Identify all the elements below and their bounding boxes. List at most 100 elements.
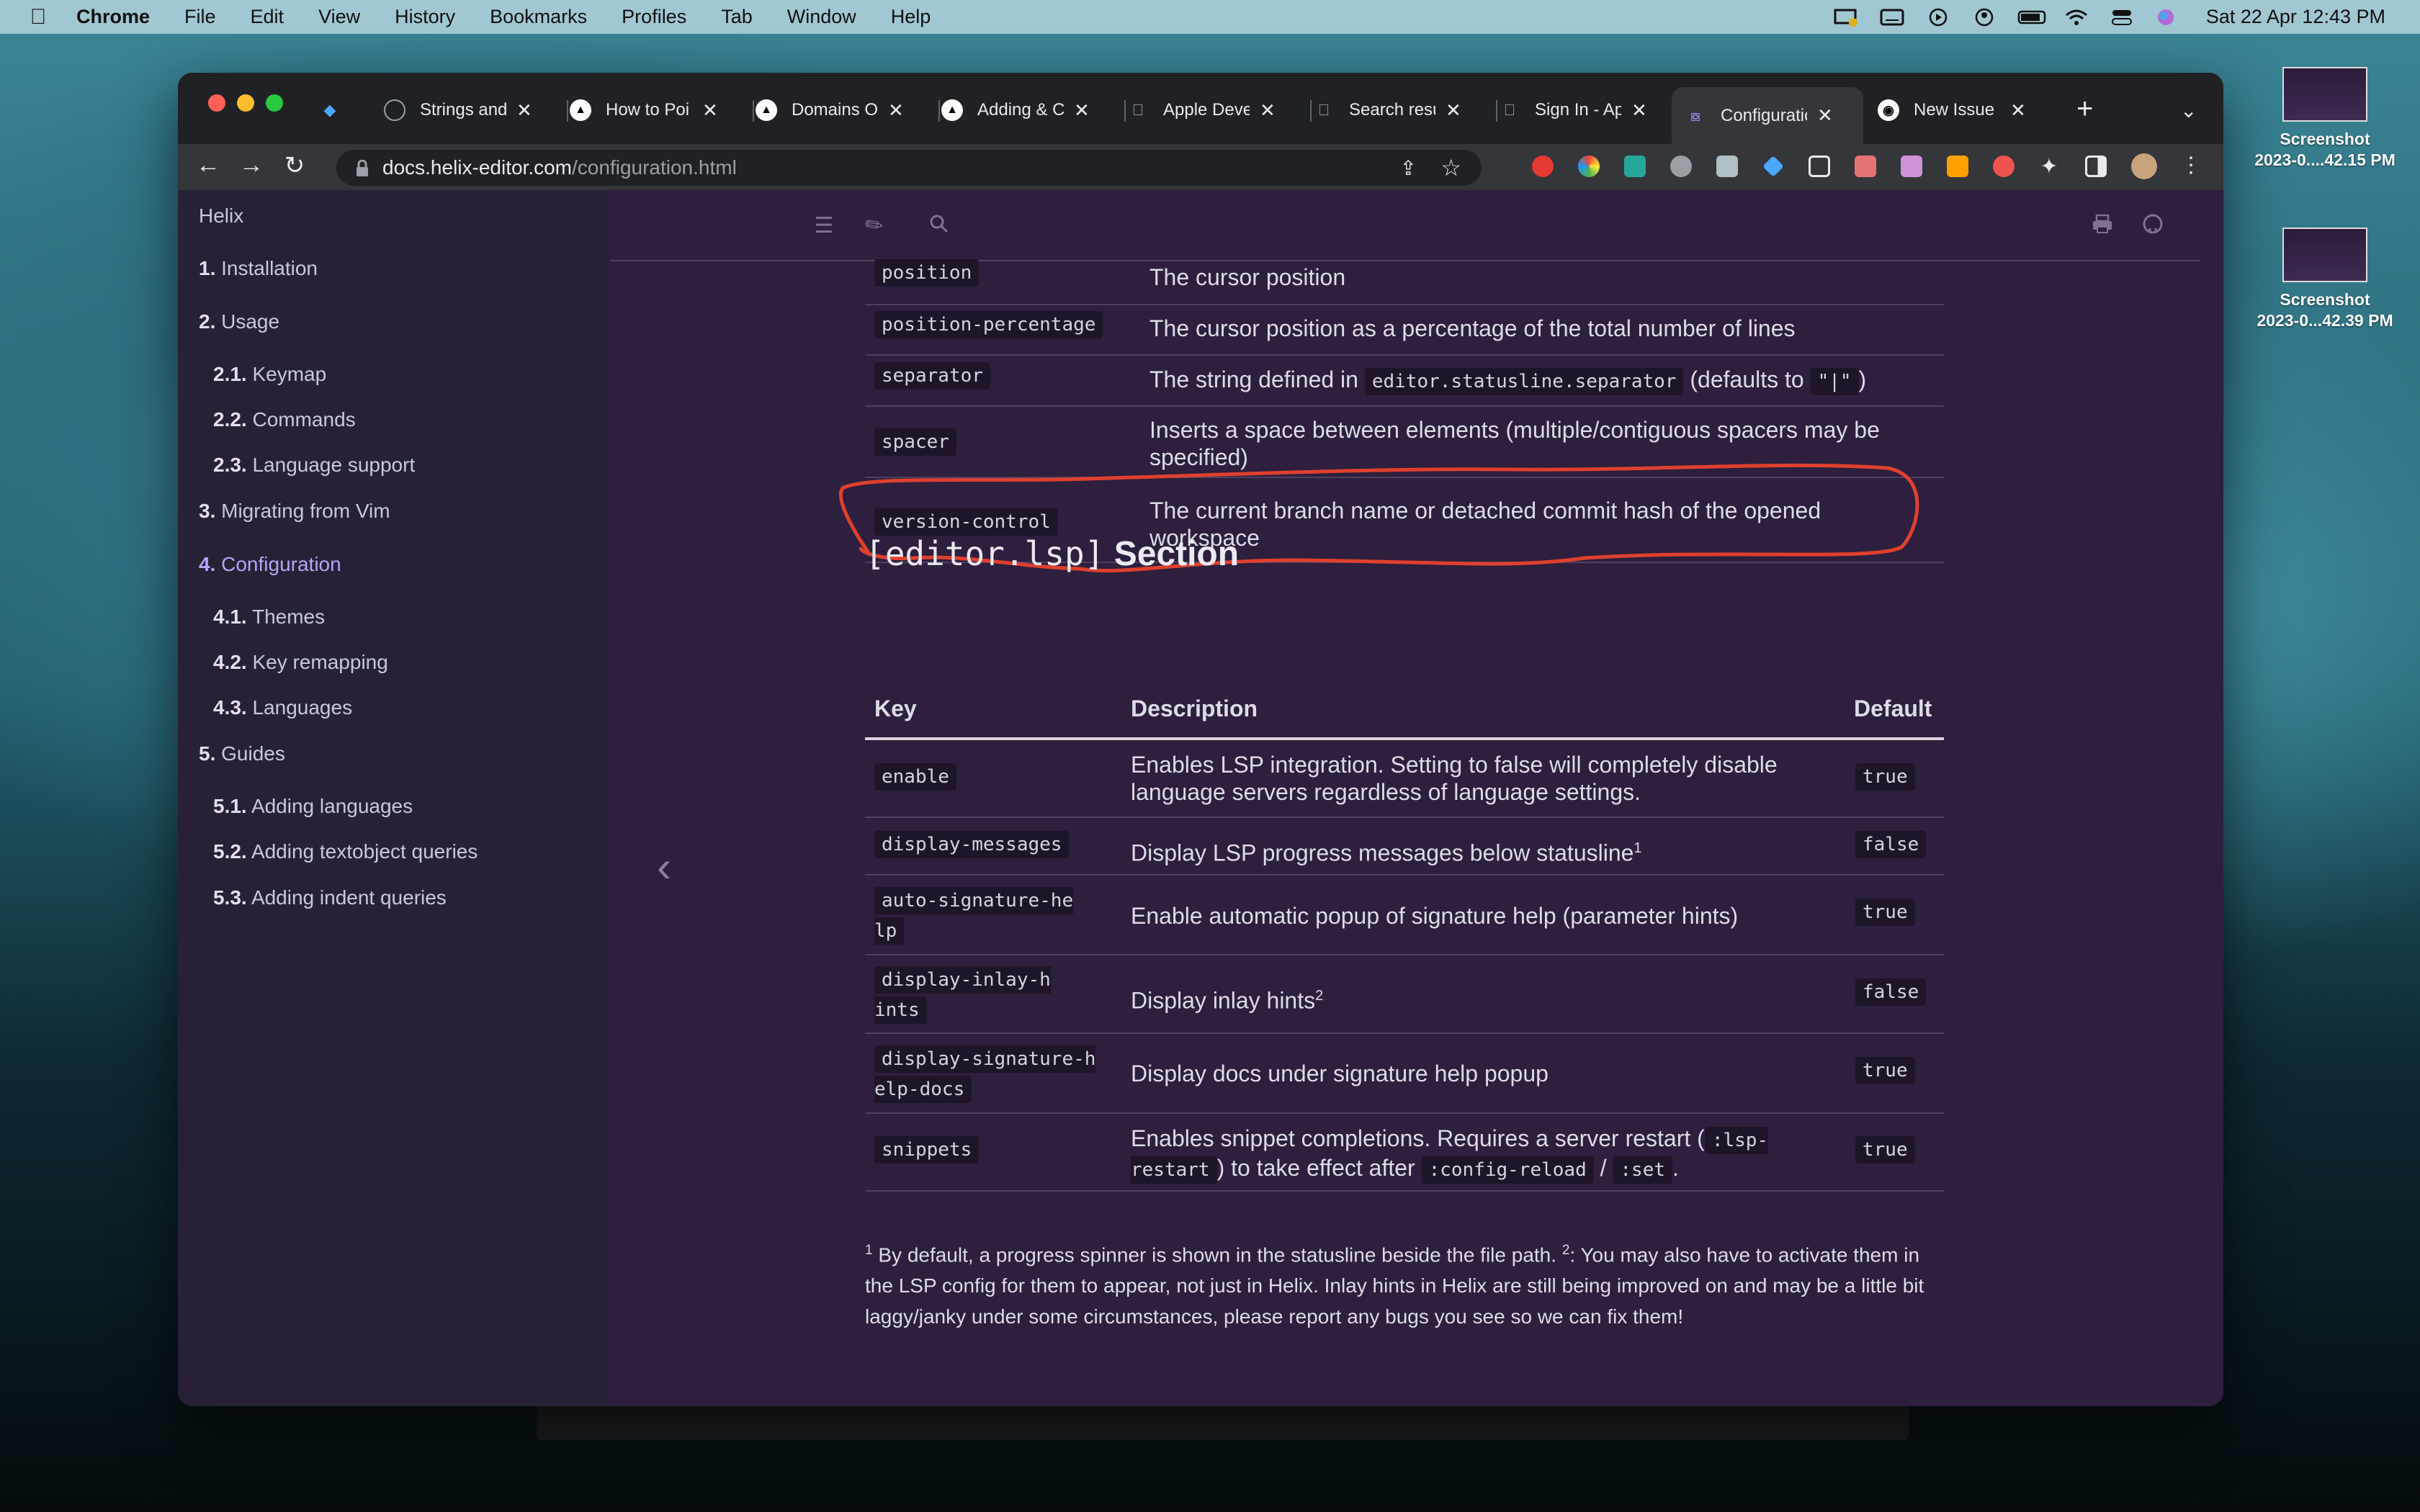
tab-sign-in[interactable]:  Sign In - Ap ✕: [1499, 87, 1679, 133]
sidebar-title[interactable]: Helix: [199, 204, 243, 228]
sidebar-item-key-remapping[interactable]: 4.2. Key remapping: [213, 651, 388, 674]
tab-search-chevron-icon[interactable]: ⌄: [2180, 99, 2197, 122]
tab-apple-developer[interactable]:  Apple Deve ✕: [1127, 87, 1312, 133]
default-value-code: false: [1855, 831, 1927, 858]
siri-icon[interactable]: [2156, 8, 2176, 27]
menu-app-name[interactable]: Chrome: [76, 6, 150, 28]
user-icon[interactable]: [1971, 8, 1997, 27]
sidebar-item-textobject-queries[interactable]: 5.2. Adding textobject queries: [213, 840, 478, 863]
extension-icon-10[interactable]: [1947, 156, 1968, 177]
extension-icon-5[interactable]: [1716, 156, 1738, 177]
close-tab-icon[interactable]: ✕: [1446, 99, 1461, 122]
wifi-icon[interactable]: [2063, 8, 2089, 27]
print-icon[interactable]: [2090, 213, 2115, 238]
tab-search-results[interactable]:  Search resu ✕: [1313, 87, 1497, 133]
description-text: /: [1600, 1155, 1607, 1181]
tab-title: Adding & C: [977, 100, 1064, 120]
tab-domains[interactable]: ▲ Domains O ✕: [756, 87, 940, 133]
sidebar-item-commands[interactable]: 2.2. Commands: [213, 408, 356, 431]
share-icon[interactable]: ⇪: [1400, 156, 1417, 180]
close-tab-icon[interactable]: ✕: [516, 99, 532, 122]
profile-avatar[interactable]: [2131, 153, 2157, 179]
sidebar-item-configuration[interactable]: 4. Configuration: [199, 553, 341, 576]
toggle-sidebar-icon[interactable]: ☰: [812, 213, 836, 238]
extension-icon-6[interactable]: [1762, 156, 1784, 177]
sidebar-item-installation[interactable]: 1. Installation: [199, 257, 318, 280]
menu-window[interactable]: Window: [787, 6, 856, 28]
sidebar-item-language-support[interactable]: 2.3. Language support: [213, 454, 415, 477]
play-icon[interactable]: [1925, 8, 1951, 27]
row-divider: [865, 816, 1944, 818]
sidebar-item-indent-queries[interactable]: 5.3. Adding indent queries: [213, 886, 447, 909]
menu-bookmarks[interactable]: Bookmarks: [490, 6, 587, 28]
forward-button[interactable]: →: [237, 151, 266, 179]
sidebar-item-migrating[interactable]: 3. Migrating from Vim: [199, 500, 390, 523]
display-icon[interactable]: [1833, 8, 1859, 27]
extension-icon-8[interactable]: [1855, 156, 1876, 177]
tab-pinned[interactable]: ◆: [319, 87, 362, 133]
menubar-clock[interactable]: Sat 22 Apr 12:43 PM: [2206, 6, 2385, 28]
extension-icon-2[interactable]: [1578, 156, 1600, 177]
menu-file[interactable]: File: [184, 6, 216, 28]
tab-configuration[interactable]: ⧇ Configuratio ✕: [1672, 87, 1863, 144]
sidebar-item-adding-languages[interactable]: 5.1. Adding languages: [213, 795, 413, 818]
bookmark-star-icon[interactable]: ☆: [1440, 154, 1461, 181]
menu-history[interactable]: History: [395, 6, 455, 28]
extension-icon-9[interactable]: [1901, 156, 1922, 177]
sidebar-item-keymap[interactable]: 2.1. Keymap: [213, 363, 326, 386]
desktop-file-screenshot-1[interactable]: Screenshot 2023-0....42.15 PM: [2253, 67, 2397, 171]
sidebar-item-usage[interactable]: 2. Usage: [199, 310, 279, 333]
sidebar-item-number: 4.1.: [213, 606, 247, 628]
sidebar-item-label: Themes: [251, 606, 326, 628]
previous-chapter-arrow[interactable]: ‹: [657, 842, 671, 891]
close-tab-icon[interactable]: ✕: [2010, 99, 2026, 122]
minimize-window-button[interactable]: [237, 94, 254, 112]
extension-icon-11[interactable]: [1993, 156, 2015, 177]
desktop-file-screenshot-2[interactable]: Screenshot 2023-0...42.39 PM: [2253, 228, 2397, 331]
table-row-key: auto-signature-help: [874, 887, 1076, 948]
chrome-menu-icon[interactable]: ⋮: [2177, 153, 2205, 178]
github-icon[interactable]: [2141, 213, 2165, 238]
tab-how-to-point[interactable]: ▲ How to Poi ✕: [570, 87, 754, 133]
tab-new-issue[interactable]: ◉ New Issue ✕: [1878, 87, 2058, 133]
extension-icon-7[interactable]: [1809, 156, 1830, 177]
close-tab-icon[interactable]: ✕: [1631, 99, 1647, 122]
close-window-button[interactable]: [208, 94, 225, 112]
close-tab-icon[interactable]: ✕: [1260, 99, 1276, 122]
back-button[interactable]: ←: [194, 151, 223, 179]
apple-menu-icon[interactable]: : [27, 5, 49, 30]
menu-profiles[interactable]: Profiles: [622, 6, 686, 28]
sidebar-item-languages[interactable]: 4.3. Languages: [213, 696, 352, 719]
extensions-puzzle-icon[interactable]: ✦: [2035, 154, 2063, 179]
menu-edit[interactable]: Edit: [251, 6, 284, 28]
zoom-window-button[interactable]: [266, 94, 283, 112]
extension-icon-3[interactable]: [1624, 156, 1646, 177]
control-center-icon[interactable]: [2110, 8, 2136, 27]
new-tab-button[interactable]: +: [2076, 93, 2093, 125]
heading-text: Section: [1113, 535, 1240, 573]
close-tab-icon[interactable]: ✕: [1817, 104, 1833, 127]
menu-tab[interactable]: Tab: [721, 6, 753, 28]
address-bar[interactable]: docs.helix-editor.com/configuration.html…: [336, 150, 1482, 186]
config-key-code: version-control: [874, 508, 1058, 536]
keyboard-icon[interactable]: [1879, 8, 1905, 27]
search-icon[interactable]: [927, 213, 951, 238]
tab-strings[interactable]: Strings and ✕: [384, 87, 568, 133]
reload-button[interactable]: ↻: [280, 151, 309, 180]
row-divider: [865, 1190, 1944, 1192]
theme-brush-icon[interactable]: ✎: [857, 208, 891, 242]
side-panel-icon[interactable]: [2085, 156, 2107, 177]
battery-icon[interactable]: [2017, 8, 2046, 27]
extension-icon-1[interactable]: [1532, 156, 1554, 177]
menu-view[interactable]: View: [318, 6, 360, 28]
footnote-ref[interactable]: 2: [1315, 988, 1323, 1004]
sidebar-item-guides[interactable]: 5. Guides: [199, 742, 285, 765]
tab-adding[interactable]: ▲ Adding & C ✕: [941, 87, 1126, 133]
close-tab-icon[interactable]: ✕: [1074, 99, 1090, 122]
footnote-ref[interactable]: 1: [1634, 840, 1641, 856]
menu-help[interactable]: Help: [891, 6, 931, 28]
extension-icon-4[interactable]: [1670, 156, 1692, 177]
close-tab-icon[interactable]: ✕: [888, 99, 904, 122]
sidebar-item-themes[interactable]: 4.1. Themes: [213, 606, 325, 629]
close-tab-icon[interactable]: ✕: [702, 99, 718, 122]
